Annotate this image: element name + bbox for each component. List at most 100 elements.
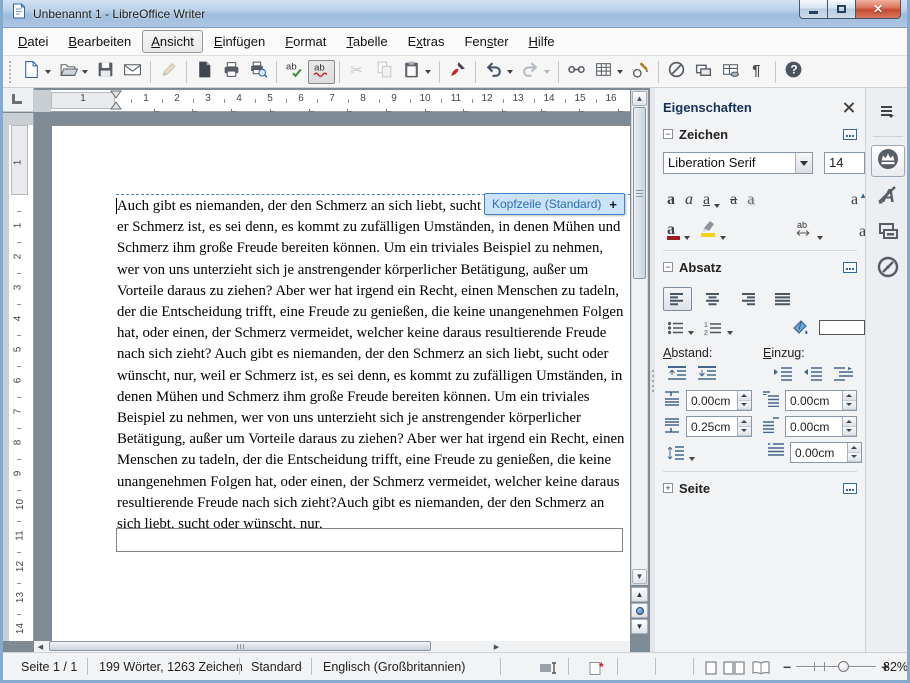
paragraph-dialog-launcher-icon[interactable]	[843, 261, 857, 273]
open-dropdown-icon[interactable]	[82, 69, 88, 74]
below-spacing-field[interactable]: 0.25cm	[686, 416, 752, 437]
underline-button[interactable]: a	[699, 190, 724, 210]
auto-spellcheck-button[interactable]: ab	[308, 59, 335, 84]
ruler-corner[interactable]	[3, 88, 34, 112]
save-button[interactable]	[92, 60, 119, 84]
vertical-scrollbar-thumb[interactable]	[633, 107, 646, 279]
collapse-icon[interactable]: −	[663, 262, 673, 272]
new-document-dropdown-icon[interactable]	[45, 69, 51, 74]
above-spacing-field[interactable]: 0.00cm	[686, 390, 752, 411]
indent-marker-icon[interactable]	[110, 90, 122, 112]
background-color-swatch[interactable]	[819, 320, 865, 335]
switch-indent-button[interactable]	[829, 365, 857, 383]
navigator-button[interactable]	[663, 60, 690, 84]
font-name-dropdown-icon[interactable]	[795, 153, 813, 173]
table-dropdown-icon[interactable]	[617, 69, 623, 74]
menu-tabelle[interactable]: Tabelle	[337, 30, 396, 53]
table-button[interactable]	[590, 60, 627, 84]
hyperlink-button[interactable]	[563, 60, 590, 84]
previous-page-button[interactable]: ▲	[631, 587, 648, 602]
character-spacing-button[interactable]: ab	[791, 217, 827, 242]
highlight-color-button[interactable]	[696, 217, 730, 242]
line-spacing-dropdown-icon[interactable]	[689, 456, 695, 461]
spinner-buttons[interactable]	[737, 391, 751, 410]
new-document-button[interactable]	[18, 60, 55, 84]
document-modified-icon[interactable]: *	[589, 660, 607, 679]
edit-file-button[interactable]	[155, 60, 182, 84]
help-button[interactable]: ?	[780, 60, 807, 84]
multi-page-view-button[interactable]	[723, 661, 745, 678]
next-page-button[interactable]: ▼	[631, 619, 648, 634]
decrease-paragraph-spacing-button[interactable]	[693, 364, 721, 384]
print-button[interactable]	[218, 60, 245, 84]
copy-button[interactable]	[371, 60, 398, 84]
align-left-button[interactable]	[663, 287, 692, 311]
single-page-view-button[interactable]	[705, 661, 717, 678]
zoom-out-icon[interactable]: −	[783, 660, 791, 674]
menu-fenster[interactable]: Fenster	[455, 30, 517, 53]
align-center-button[interactable]	[698, 287, 727, 311]
menu-einfügen[interactable]: Einfügen	[205, 30, 274, 53]
paste-button[interactable]	[398, 60, 435, 84]
superscript-button[interactable]: ab	[855, 220, 865, 242]
section-seite-header[interactable]: + Seite	[663, 476, 865, 500]
sidebar-tab-styles[interactable]: A	[871, 181, 905, 213]
page-style-status[interactable]: Standard	[251, 660, 302, 674]
clone-formatting-button[interactable]	[444, 60, 471, 84]
language-status[interactable]: Englisch (Großbritannien)	[323, 660, 465, 674]
book-view-button[interactable]	[751, 661, 771, 678]
text-frame[interactable]	[116, 528, 623, 552]
toolbar-drag-handle[interactable]	[9, 60, 14, 83]
font-color-dropdown-icon[interactable]	[684, 236, 690, 240]
bullet-dropdown-icon[interactable]	[688, 330, 694, 335]
horizontal-scrollbar-thumb[interactable]	[49, 641, 431, 651]
menu-ansicht[interactable]: Ansicht	[142, 30, 203, 53]
vertical-ruler[interactable]: 1 1 2 3 4 5 6 7 8 9 10 11 12 13 14	[3, 113, 34, 641]
open-button[interactable]	[55, 60, 92, 84]
word-count-status[interactable]: 199 Wörter, 1263 Zeichen	[99, 660, 243, 674]
numbered-list-button[interactable]: 12	[700, 319, 737, 337]
menu-hilfe[interactable]: Hilfe	[520, 30, 564, 53]
navigate-by-button[interactable]	[631, 603, 648, 618]
undo-button[interactable]	[480, 60, 517, 84]
sidebar-close-icon[interactable]	[843, 101, 855, 113]
numbering-dropdown-icon[interactable]	[727, 330, 733, 335]
selection-mode-icon[interactable]	[539, 662, 559, 677]
scroll-left-button[interactable]: ◀	[34, 641, 47, 652]
vertical-scrollbar[interactable]: ▲ ▼	[631, 90, 648, 585]
close-button[interactable]: ✕	[856, 0, 901, 19]
expand-icon[interactable]: +	[663, 483, 673, 493]
horizontal-scrollbar[interactable]: ◀ ▶	[34, 641, 630, 652]
first-line-indent-field[interactable]: 0.00cm	[790, 442, 862, 463]
undo-dropdown-icon[interactable]	[507, 69, 513, 74]
before-indent-field[interactable]: 0.00cm	[785, 390, 857, 411]
bullet-list-button[interactable]	[663, 319, 698, 337]
redo-dropdown-icon[interactable]	[544, 69, 550, 74]
sidebar-settings-button[interactable]	[871, 96, 905, 128]
email-button[interactable]	[119, 60, 146, 84]
sidebar-tab-properties[interactable]	[871, 145, 905, 177]
header-indicator-button[interactable]: Kopfzeile (Standard) +	[484, 193, 625, 215]
maximize-button[interactable]	[828, 0, 856, 19]
page-number-status[interactable]: Seite 1 / 1	[21, 660, 77, 674]
character-dialog-launcher-icon[interactable]	[843, 128, 857, 140]
redo-button[interactable]	[517, 60, 554, 84]
italic-button[interactable]: a	[681, 190, 697, 210]
zoom-slider-thumb[interactable]	[838, 661, 850, 672]
menu-datei[interactable]: Datei	[9, 30, 57, 53]
after-indent-field[interactable]: 0.00cm	[785, 416, 857, 437]
scroll-right-button[interactable]: ▶	[490, 641, 503, 652]
bold-button[interactable]: a	[663, 190, 679, 210]
paragraph-background-button[interactable]	[787, 317, 813, 338]
spacing-dropdown-icon[interactable]	[817, 236, 823, 240]
highlight-dropdown-icon[interactable]	[720, 236, 726, 240]
minimize-button[interactable]	[799, 0, 828, 19]
section-zeichen-header[interactable]: − Zeichen	[663, 122, 865, 146]
font-size-field[interactable]: 14	[824, 152, 865, 174]
page-dialog-launcher-icon[interactable]	[843, 482, 857, 494]
shadow-button[interactable]: a	[743, 190, 758, 210]
sidebar-tab-gallery[interactable]	[871, 217, 905, 249]
horizontal-ruler[interactable]: 1 1 2 3 4 5 6 7 8 9 10 11 12 13 14 15 16	[34, 90, 630, 112]
menu-extras[interactable]: Extras	[399, 30, 454, 53]
menu-format[interactable]: Format	[276, 30, 335, 53]
